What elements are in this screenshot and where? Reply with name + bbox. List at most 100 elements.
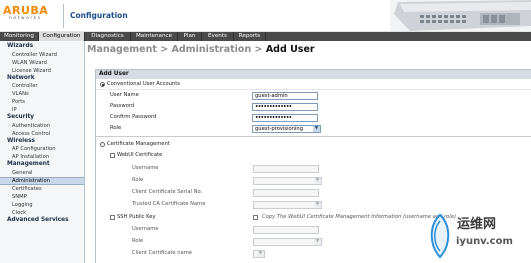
sidebar-item-license-wizard[interactable]: License Wizard [0, 67, 84, 75]
tab-plan[interactable]: Plan [178, 32, 202, 41]
trusted-ca-select[interactable]: ▼ [253, 200, 322, 209]
sidebar-group-wireless: Wireless [7, 137, 35, 144]
password-label: Password [110, 103, 135, 109]
breadcrumb-separator: > [251, 44, 266, 55]
logo-wordmark: ARUBA [3, 4, 49, 17]
tab-events[interactable]: Events [202, 32, 234, 41]
watermark-url-text: iyunv.com [456, 236, 513, 247]
breadcrumb-separator: > [156, 44, 172, 55]
user-name-label: User Name [110, 92, 139, 98]
tab-monitoring[interactable]: Monitoring [0, 32, 39, 41]
panel-title: Add User [96, 70, 531, 79]
webui-username-row: Username [96, 164, 531, 173]
ssh-role-label: Role [132, 238, 144, 244]
password-input[interactable]: ••••••••••••• [252, 102, 318, 111]
navigation-sidebar: Wizards Controller Wizard WLAN Wizard Li… [0, 41, 85, 263]
confirm-password-row: Confirm Password ••••••••••••• [96, 113, 531, 122]
logo-tagline: networks [9, 16, 42, 21]
page-title: Management > Administration > Add User [87, 44, 315, 55]
sidebar-item-administration[interactable]: Administration [0, 176, 84, 185]
trusted-ca-label: Trusted CA Certificate Name [132, 201, 206, 207]
sidebar-item-authentication[interactable]: Authentication [0, 122, 84, 130]
tab-reports[interactable]: Reports [234, 32, 266, 41]
sidebar-item-general[interactable]: General [0, 169, 84, 177]
ssh-username-label: Username [132, 226, 159, 232]
chevron-down-icon: ▼ [314, 201, 321, 208]
breadcrumb-current: Add User [265, 44, 315, 55]
copy-webui-info-checkbox[interactable] [253, 215, 258, 220]
certificate-management-radio[interactable] [100, 142, 105, 147]
sidebar-item-snmp[interactable]: SNMP [0, 193, 84, 201]
webui-certificate-checkbox[interactable] [110, 153, 115, 158]
sidebar-item-ports[interactable]: Ports [0, 98, 84, 106]
section-divider [96, 136, 531, 137]
trusted-ca-row: Trusted CA Certificate Name ▼ [96, 200, 531, 209]
sidebar-group-advanced-services[interactable]: Advanced Services [0, 217, 84, 225]
client-cert-serial-label: Client Certificate Serial No. [132, 189, 203, 195]
conventional-accounts-label: Conventional User Accounts [107, 81, 180, 87]
client-cert-serial-input[interactable] [253, 188, 319, 197]
sidebar-item-controller[interactable]: Controller [0, 82, 84, 90]
user-name-row: User Name guest-admin [96, 91, 531, 100]
breadcrumb-administration[interactable]: Administration [172, 44, 252, 55]
site-watermark: 运维网 iyunv.com [423, 209, 531, 263]
header-divider [63, 4, 64, 28]
role-select[interactable]: guest-provisioning ▼ [252, 124, 321, 133]
role-select-value: guest-provisioning [255, 125, 304, 132]
user-name-input[interactable]: guest-admin [252, 91, 318, 100]
conventional-accounts-radio[interactable] [100, 82, 105, 87]
ssh-public-key-checkbox[interactable] [110, 215, 115, 220]
breadcrumb-management[interactable]: Management [87, 44, 157, 55]
ssh-role-select[interactable]: ▼ [253, 237, 322, 246]
confirm-password-input[interactable]: ••••••••••••• [252, 113, 318, 122]
client-cert-serial-row: Client Certificate Serial No. [96, 188, 531, 197]
chevron-down-icon: ▼ [314, 238, 321, 245]
conventional-accounts-row: Conventional User Accounts [96, 80, 531, 89]
sidebar-item-clock[interactable]: Clock [0, 209, 84, 217]
role-label: Role [110, 125, 122, 131]
sidebar-item-wlan-wizard[interactable]: WLAN Wizard [0, 59, 84, 67]
sidebar-item-ip[interactable]: IP [0, 106, 84, 114]
sidebar-item-access-control[interactable]: Access Control [0, 130, 84, 138]
ssh-username-input[interactable] [253, 225, 319, 234]
client-cert-name-label: Client Certificate name [132, 250, 192, 256]
watermark-logo-icon [430, 213, 450, 259]
tab-maintenance[interactable]: Maintenance [131, 32, 178, 41]
sidebar-item-logging[interactable]: Logging [0, 201, 84, 209]
certificate-management-row: Certificate Management [96, 140, 531, 149]
controller-hardware-image [390, 0, 531, 31]
chevron-down-icon: ▼ [257, 250, 264, 257]
client-cert-name-select[interactable]: ▼ [253, 249, 265, 258]
ssh-public-key-label: SSH Public Key [117, 214, 156, 220]
tab-diagnostics[interactable]: Diagnostics [85, 32, 131, 41]
sidebar-group-management: Management [7, 161, 50, 167]
webui-certificate-row: WebUI Certificate [96, 151, 531, 160]
webui-role-select[interactable]: ▼ [253, 176, 322, 185]
main-tab-bar: Monitoring Configuration Diagnostics Mai… [0, 32, 531, 41]
sidebar-item-ap-configuration[interactable]: AP Configuration [0, 145, 84, 153]
sidebar-item-controller-wizard[interactable]: Controller Wizard [0, 51, 84, 59]
sidebar-group-security: Security [7, 114, 35, 120]
watermark-cn-text: 运维网 [457, 217, 497, 232]
sidebar-item-certificates[interactable]: Certificates [0, 185, 84, 193]
certificate-management-label: Certificate Management [107, 141, 170, 147]
app-title: Configuration [70, 11, 128, 20]
webui-username-label: Username [132, 165, 159, 171]
chevron-down-icon: ▼ [313, 125, 320, 132]
webui-certificate-label: WebUI Certificate [117, 152, 163, 158]
password-row: Password ••••••••••••• [96, 102, 531, 111]
sidebar-item-ap-installation[interactable]: AP Installation [0, 153, 84, 161]
app-header: ARUBA networks Configuration [0, 0, 531, 32]
sidebar-group-network: Network [7, 74, 35, 81]
sidebar-group-wizards: Wizards [7, 43, 34, 49]
tab-configuration[interactable]: Configuration [39, 32, 85, 41]
webui-username-input[interactable] [253, 164, 319, 173]
confirm-password-label: Confirm Password [110, 114, 157, 120]
role-row: Role guest-provisioning ▼ [96, 124, 531, 133]
row-divider [96, 89, 531, 90]
sidebar-item-vlans[interactable]: VLANs [0, 90, 84, 98]
webui-role-label: Role [132, 177, 144, 183]
chevron-down-icon: ▼ [314, 177, 321, 184]
aruba-logo: ARUBA networks [3, 5, 57, 25]
webui-role-row: Role ▼ [96, 176, 531, 185]
